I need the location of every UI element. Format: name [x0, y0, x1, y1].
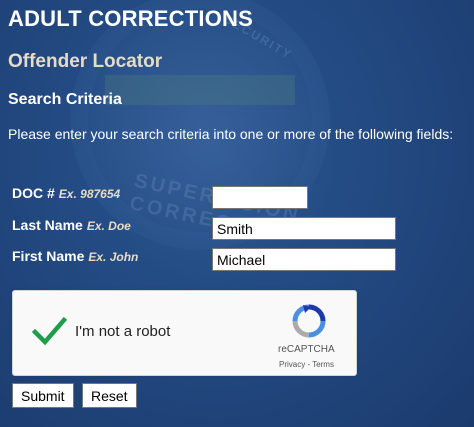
seal-text-bottom: SUPERVISION CORRECT — [127, 170, 303, 239]
doc-label-text: DOC # — [12, 185, 55, 201]
reset-button[interactable]: Reset — [82, 383, 137, 408]
recaptcha-label: I'm not a robot — [75, 323, 171, 340]
first-name-label-text: First Name — [12, 248, 85, 264]
doc-example: Ex. 987654 — [58, 187, 121, 201]
doc-number-input[interactable] — [212, 186, 308, 209]
recaptcha-brand: reCAPTCHA — [278, 344, 335, 355]
page-title: ADULT CORRECTIONS — [8, 6, 253, 31]
page-subtitle: Offender Locator — [8, 51, 163, 72]
first-name-example: Ex. John — [88, 250, 139, 264]
recaptcha-logo-icon — [292, 304, 326, 338]
last-name-input[interactable] — [212, 217, 396, 240]
first-name-label: First Name Ex. John — [12, 248, 138, 264]
checkmark-icon[interactable] — [31, 313, 67, 349]
last-name-example: Ex. Doe — [86, 219, 131, 233]
last-name-label: Last Name Ex. Doe — [12, 217, 131, 233]
recaptcha-privacy-terms-link[interactable]: Privacy - Terms — [279, 360, 334, 369]
seal-watermark: SECURITY SUPERVISION CORRECT — [70, 0, 330, 250]
recaptcha-widget: I'm not a robot reCAPTCHA Privacy - Term… — [12, 290, 357, 376]
first-name-input[interactable] — [212, 248, 396, 271]
submit-button[interactable]: Submit — [12, 383, 74, 408]
instructions-text: Please enter your search criteria into o… — [8, 126, 454, 142]
doc-label: DOC # Ex. 987654 — [12, 185, 120, 201]
section-title: Search Criteria — [8, 91, 122, 108]
seal-band — [105, 75, 295, 105]
last-name-label-text: Last Name — [12, 217, 83, 233]
